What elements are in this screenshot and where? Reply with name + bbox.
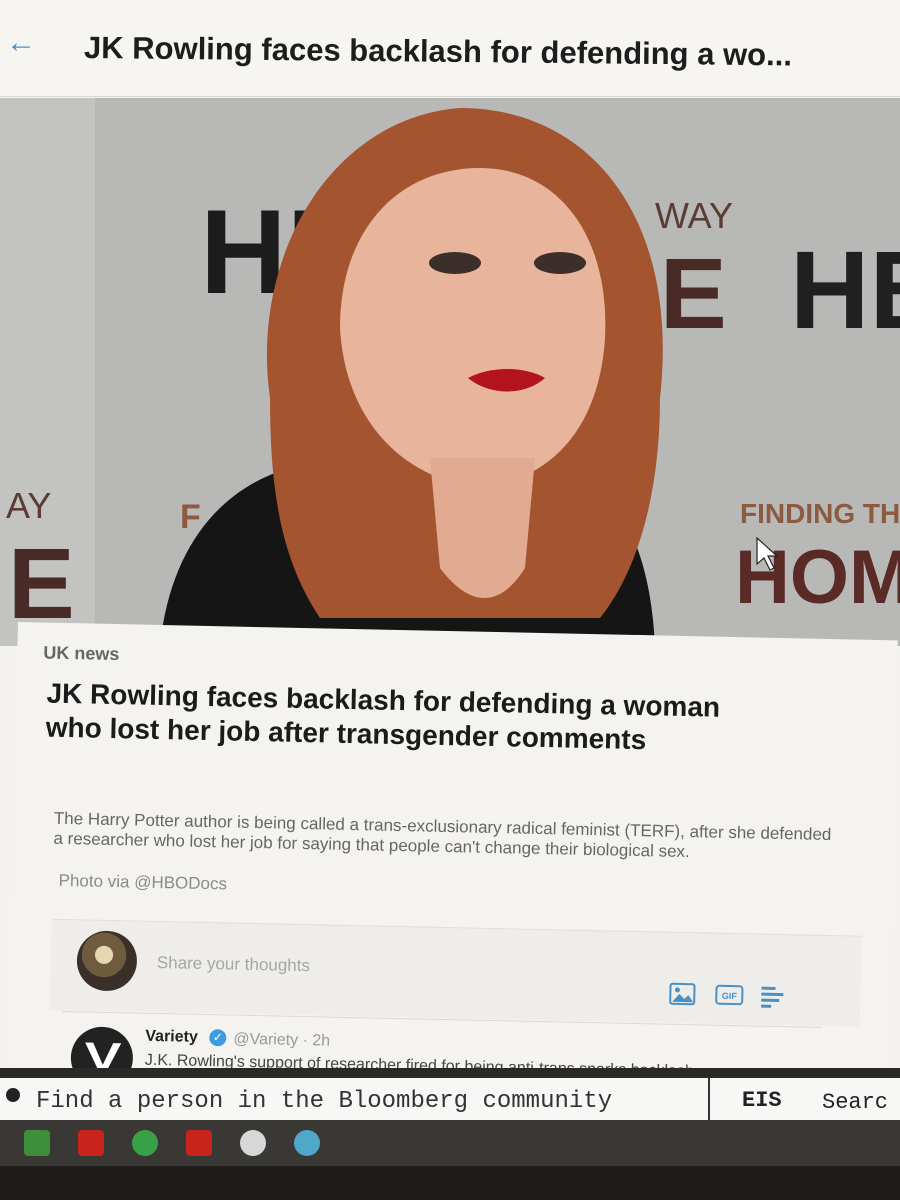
photo-credit: Photo via @HBODocs (58, 870, 228, 894)
portrait-eye-right (534, 252, 586, 274)
chart-app-icon[interactable] (294, 1130, 320, 1156)
image-upload-icon[interactable] (668, 981, 697, 1008)
chat-app-icon[interactable] (24, 1130, 50, 1156)
hero-image: HB WAY E HBO AY E F FINDING THE W HOME (0, 98, 900, 646)
search-button[interactable]: Searc (822, 1090, 888, 1115)
article-headline[interactable]: JK Rowling faces backlash for defending … (45, 677, 766, 760)
gif-label: GIF (722, 991, 738, 1001)
format-icon[interactable] (758, 983, 787, 1010)
article-summary: The Harry Potter author is being called … (53, 808, 832, 862)
comment-composer: GIF (49, 918, 862, 1027)
backdrop-hbo-right: HBO (790, 229, 900, 352)
spiral-app-icon[interactable] (240, 1130, 266, 1156)
gif-icon[interactable]: GIF (714, 982, 744, 1009)
header-bar: ← JK Rowling faces backlash for defendin… (0, 0, 900, 97)
page-title: JK Rowling faces backlash for defending … (83, 30, 793, 73)
tweet-handle[interactable]: @Variety · 2h (233, 1031, 330, 1051)
article-card: UK news JK Rowling faces backlash for de… (8, 622, 898, 1080)
tweet-author[interactable]: Variety (145, 1028, 198, 1047)
upload-app-icon[interactable] (132, 1130, 158, 1156)
pdf-reader-icon[interactable] (78, 1130, 104, 1156)
lp-app-icon[interactable] (186, 1130, 212, 1156)
bloomberg-command-bar: EIS Searc (0, 1076, 900, 1124)
divider (708, 1078, 710, 1122)
hero-photo: HB WAY E HBO AY E F FINDING THE W HOME (0, 98, 900, 646)
category-link[interactable]: UK news (43, 643, 119, 666)
backdrop-way: WAY (655, 195, 733, 236)
backdrop-ay: AY (6, 485, 51, 526)
verified-badge-icon: ✓ (209, 1029, 227, 1047)
avatar[interactable] (76, 930, 138, 992)
share-thoughts-input[interactable] (154, 941, 650, 995)
backdrop-e-right: E (660, 238, 727, 350)
portrait-eye-left (429, 252, 481, 274)
backdrop-f: F (180, 498, 201, 536)
bloomberg-search-input[interactable] (0, 1078, 738, 1124)
taskbar (0, 1120, 900, 1166)
arrow-left-icon[interactable]: ← (6, 28, 36, 58)
backdrop-finding: FINDING THE W (740, 498, 900, 529)
eis-button[interactable]: EIS (742, 1088, 782, 1113)
screen: ← JK Rowling faces backlash for defendin… (0, 0, 900, 1080)
